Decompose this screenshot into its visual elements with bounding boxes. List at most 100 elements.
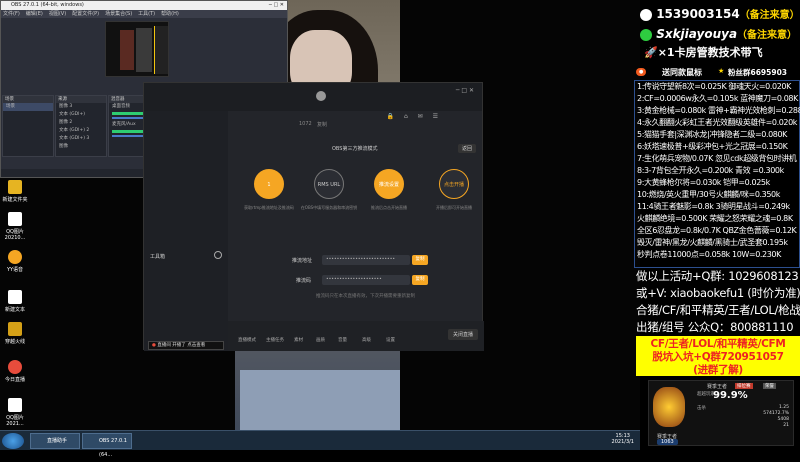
step-note: 推流后点击开始直播: [371, 205, 407, 210]
honor-tab-button[interactable]: 荣誉: [763, 383, 776, 389]
price-line: 全区6忍盘龙=0.8k/0.7K QBZ金色蔷薇=0.12K: [637, 226, 797, 235]
preview-left-image: [120, 30, 134, 70]
source-item[interactable]: 图像 3: [56, 103, 106, 111]
menu-edit[interactable]: 编辑(E): [26, 11, 43, 17]
desktop-icon-label: QQ图片20210...: [4, 229, 26, 241]
assistant-top-bar: 1072 复制 ─ □ ✕ 🔒 ⌂ ✉ ☰: [144, 83, 482, 128]
live-assistant-window[interactable]: 1072 复制 ─ □ ✕ 🔒 ⌂ ✉ ☰ OBS第三方推流模式 返回 工具箱 …: [143, 82, 484, 351]
notice-dot-icon: ●: [152, 343, 156, 348]
contact-lines: 做以上活动+Q群: 1029608123 或+V: xiaobaokefu1 (…: [636, 268, 800, 336]
scene-item[interactable]: 场景: [3, 103, 53, 111]
menu-file[interactable]: 文件(F): [3, 11, 20, 17]
yellow-line: (进群了解): [693, 364, 743, 376]
bottom-tool[interactable]: 音量: [338, 337, 347, 343]
desktop-icon-cf[interactable]: 穿越火线: [2, 322, 28, 345]
desktop-icon-yy[interactable]: YY语音: [2, 250, 28, 273]
obs-preview[interactable]: [105, 21, 169, 77]
mode-title: OBS第三方推流模式: [332, 146, 378, 152]
preview-right-text: [154, 26, 168, 74]
bottom-toolbar: 直播模式 主播任务 素材 画质 音量 高级 设置 关闭直播: [228, 321, 484, 351]
price-line: 火麒麟绝境=0.500K 荣耀之怒荣耀之魂=0.8K: [637, 214, 793, 223]
bottom-tool[interactable]: 直播模式: [238, 337, 256, 343]
contact-line: 合猪/CF/和平精英/王者/LOL/枪战: [636, 303, 800, 317]
toolbox-sidebar: 工具箱: [144, 111, 228, 351]
step-2[interactable]: RMS URL: [314, 169, 344, 199]
bottom-tool[interactable]: 高级: [362, 337, 371, 343]
avatar[interactable]: [316, 91, 326, 101]
source-item[interactable]: 文本 (GDI+) 3: [56, 135, 106, 143]
badge-text-2: 粉丝群6695903: [728, 68, 788, 77]
copy-address-button[interactable]: 复制: [412, 255, 428, 265]
menu-help[interactable]: 帮助(H): [161, 11, 179, 17]
room-id: 1072: [299, 121, 312, 127]
contact-line: 或+V: xiaobaokefu1 (时价为准): [636, 286, 800, 300]
bottom-tool[interactable]: 设置: [386, 337, 395, 343]
notice-bar[interactable]: ● 直播间 开播了 点击查看: [148, 341, 224, 350]
step-4[interactable]: 点击开播: [439, 169, 469, 199]
desktop-icon-label: 新建文本: [4, 307, 25, 313]
price-line: 11:4骑王者魅影=0.8k 3骑明星战斗=0.249k: [637, 202, 790, 211]
window-controls-icon[interactable]: ─ □ ✕: [456, 87, 474, 94]
menu-tools[interactable]: 工具(T): [138, 11, 155, 17]
rank-title: 赛季王者: [707, 384, 728, 390]
game-icon: [8, 322, 22, 336]
source-item[interactable]: 文本 (GDI+) 2: [56, 127, 106, 135]
desktop-icon-text[interactable]: 新建文本: [2, 290, 28, 313]
price-line: 1:传说守望新8次=0.025K 御魂天火=0.020K: [637, 82, 791, 91]
desktop-icon-folder[interactable]: 新建文件夹: [2, 180, 28, 203]
preview-center-image: [136, 28, 152, 72]
back-button[interactable]: 返回: [458, 144, 477, 153]
price-line: 5:猫猫手套|深渊冰龙|冲锋隐者二级=0.080K: [637, 130, 788, 139]
mixer-label: 桌面音频: [112, 104, 130, 109]
obs-title-bar[interactable]: OBS 27.0.1 (64-bit, windows) ─ □ ✕: [1, 1, 287, 10]
contact-line: 做以上活动+Q群: 1029608123: [636, 269, 799, 283]
rank-level: 1063: [657, 439, 678, 445]
bottom-tool[interactable]: 主播任务: [266, 337, 284, 343]
menu-profile[interactable]: 配置文件(P): [72, 11, 99, 17]
step-note: 获取rtmp推流地址及推流码: [244, 205, 294, 210]
copy-key-button[interactable]: 复制: [412, 275, 428, 285]
sources-panel: 来源 图像 3 文本 (GDI+) 图像 2 文本 (GDI+) 2 文本 (G…: [55, 95, 107, 157]
rank-stat: 21: [783, 423, 789, 428]
bottom-tool[interactable]: 画质: [316, 337, 325, 343]
key-label: 推流码: [296, 278, 312, 284]
desktop-icon-live[interactable]: 今日直播: [2, 360, 28, 383]
menu-view[interactable]: 视图(V): [49, 11, 66, 17]
clock[interactable]: 15:13 2021/3/1: [612, 433, 634, 445]
price-line: 7:生化萌兵宠物/0.07K 忽见cdk超级背包时讲机: [637, 154, 797, 163]
copy-room-button[interactable]: 复制: [317, 121, 327, 128]
price-line: 8:3-7背包全开永久=0.200k 青效 =0.300k: [637, 166, 784, 175]
rank-percent: 99.9%: [713, 390, 748, 401]
desktop-icon-label: QQ图片2021...: [6, 415, 24, 427]
rank-stats: 1.25 574172.7% 5408 21: [749, 405, 789, 429]
taskbar-item[interactable]: 直播助手: [30, 433, 80, 449]
rank-hint: 击杀: [697, 406, 706, 411]
step-1[interactable]: 1: [254, 169, 284, 199]
key-field[interactable]: •••••••••••••••••••••: [322, 275, 410, 285]
rank-tab-button[interactable]: 排位赛: [735, 383, 753, 389]
stop-live-button[interactable]: 关闭直播: [448, 329, 479, 340]
desktop-icon-image[interactable]: QQ图片20210...: [2, 212, 28, 241]
toolbar-icons[interactable]: 🔒 ⌂ ✉ ☰: [387, 113, 442, 120]
source-item[interactable]: 图像 2: [56, 119, 106, 127]
folder-icon: [8, 180, 22, 194]
desktop-icon-image2[interactable]: QQ图片2021...: [2, 398, 28, 427]
qq-contact: 1539003154（备注来意）: [640, 6, 800, 21]
bottom-tool[interactable]: 素材: [294, 337, 303, 343]
source-item[interactable]: 图像: [56, 143, 106, 151]
toolbox-settings-icon[interactable]: [214, 251, 222, 259]
step-3[interactable]: 推流设置: [374, 169, 404, 199]
taskbar-item[interactable]: OBS 27.0.1 (64...: [82, 433, 132, 458]
qq-number: 1539003154: [656, 7, 740, 21]
badge-text-1: 送同款鼠标: [662, 68, 702, 77]
source-item[interactable]: 文本 (GDI+): [56, 111, 106, 119]
contact-line: 出猪/组号 公众Q：800881110: [636, 320, 794, 334]
qq-note: （备注来意）: [739, 10, 800, 21]
start-button-icon[interactable]: [2, 433, 24, 449]
mixer-label: 麦克风/Aux: [112, 122, 136, 127]
window-controls-icon[interactable]: ─ □ ✕: [269, 1, 284, 10]
desktop-icon-label: 穿越火线: [4, 339, 25, 345]
address-field[interactable]: ••••••••••••••••••••••••••: [322, 255, 410, 265]
menu-scene-collection[interactable]: 场景集合(S): [105, 11, 132, 17]
badge-pill: ●: [636, 68, 647, 76]
